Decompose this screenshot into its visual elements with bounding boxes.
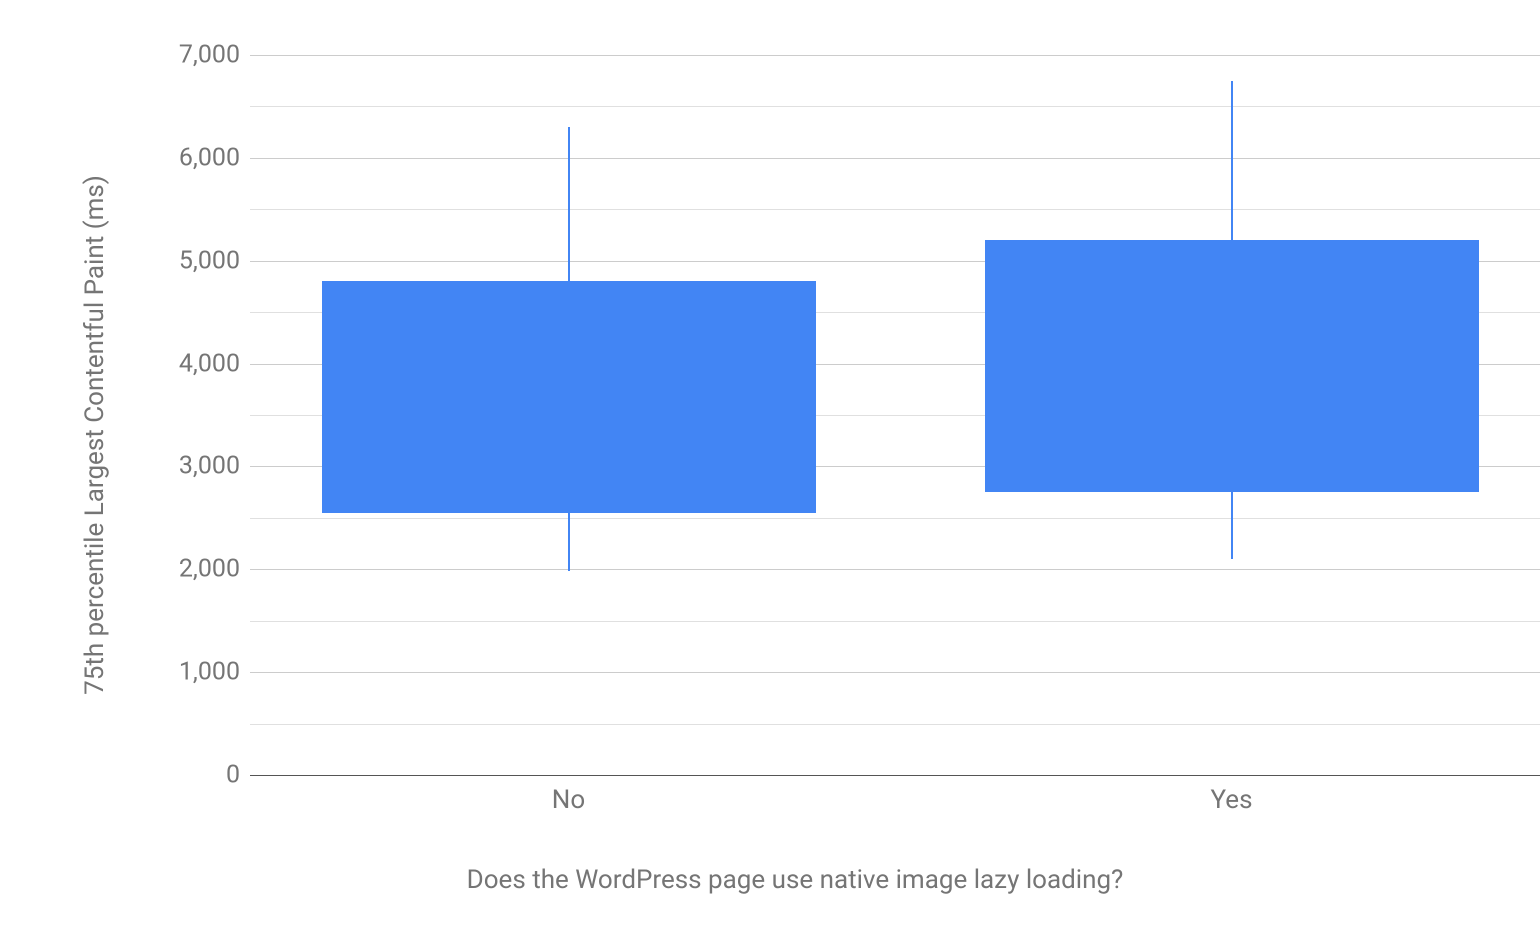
major-gridline: [250, 672, 1540, 673]
y-tick-label: 1,000: [140, 658, 240, 687]
y-tick-label: 0: [140, 761, 240, 790]
major-gridline: [250, 569, 1540, 570]
y-tick-label: 3,000: [140, 452, 240, 481]
minor-gridline: [250, 724, 1540, 725]
y-tick-label: 6,000: [140, 143, 240, 172]
x-axis-label: Does the WordPress page use native image…: [467, 865, 1124, 895]
y-tick-label: 2,000: [140, 555, 240, 584]
major-gridline: [250, 158, 1540, 159]
box-plot-box: [985, 240, 1479, 492]
y-tick-label: 7,000: [140, 41, 240, 70]
minor-gridline: [250, 518, 1540, 519]
major-gridline: [250, 55, 1540, 56]
x-axis-baseline: [250, 775, 1540, 776]
x-tick-label: Yes: [1211, 785, 1253, 815]
chart-container: 75th percentile Largest Contentful Paint…: [70, 20, 1520, 920]
y-axis-label: 75th percentile Largest Contentful Paint…: [80, 175, 110, 695]
plot-area: 01,0002,0003,0004,0005,0006,0007,000NoYe…: [250, 55, 1540, 775]
box-plot-box: [322, 281, 816, 512]
minor-gridline: [250, 106, 1540, 107]
minor-gridline: [250, 209, 1540, 210]
y-tick-label: 5,000: [140, 246, 240, 275]
y-tick-label: 4,000: [140, 349, 240, 378]
minor-gridline: [250, 621, 1540, 622]
x-tick-label: No: [552, 785, 585, 815]
